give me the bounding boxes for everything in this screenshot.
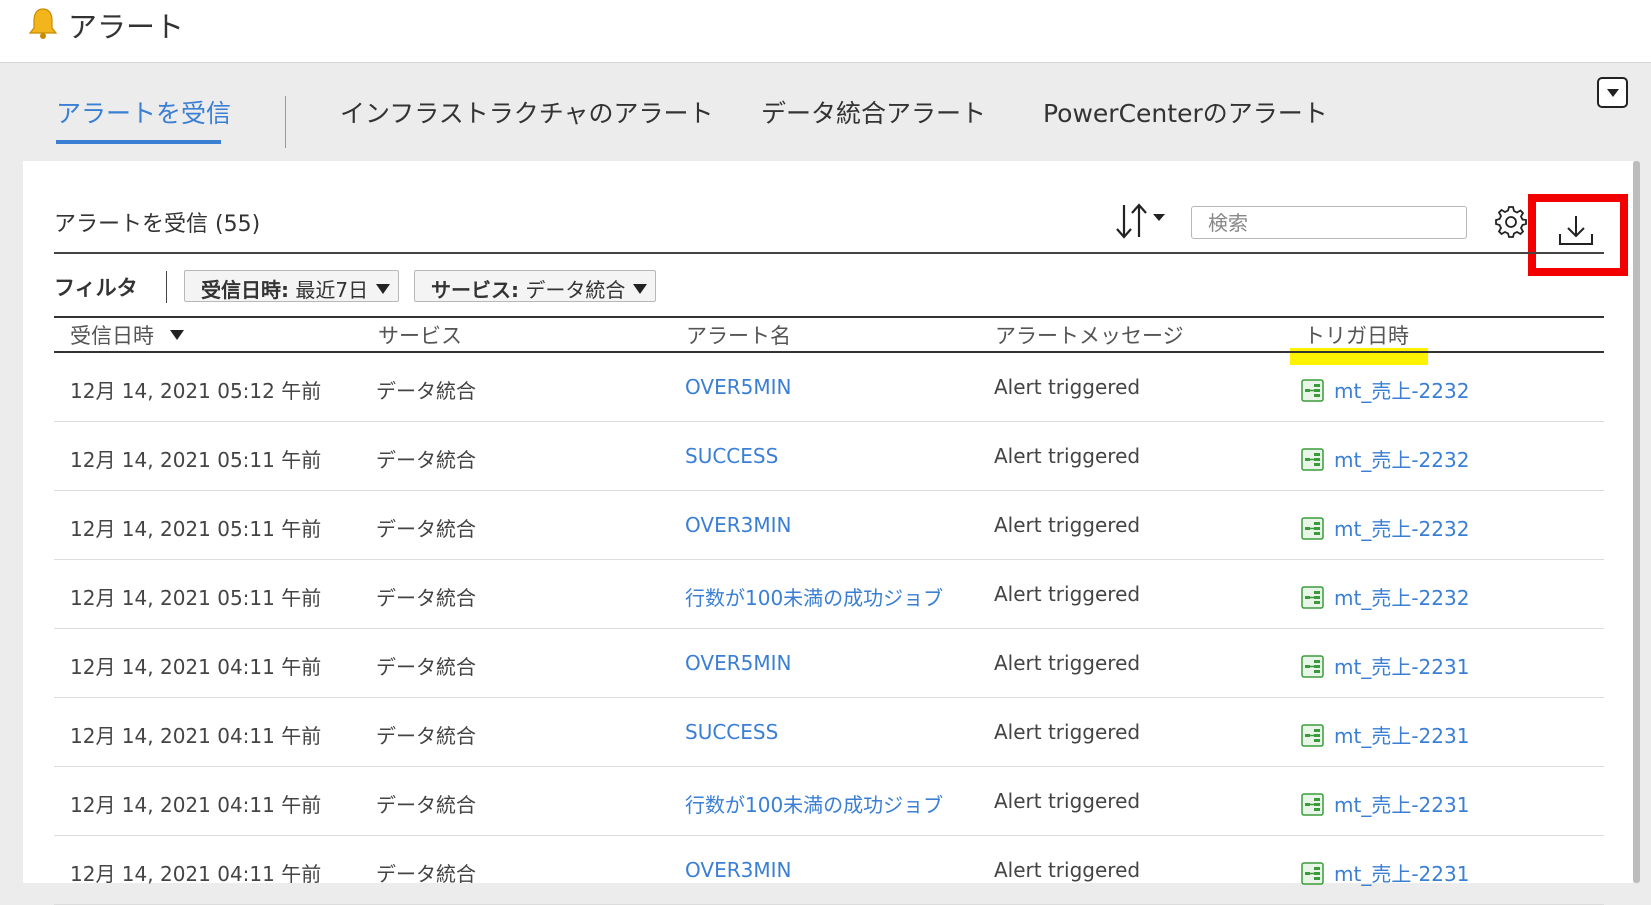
filter-label: フィルタ bbox=[54, 276, 138, 300]
received-date-cell: 12月 14, 2021 04:11 午前 bbox=[70, 724, 322, 748]
tab-divider bbox=[285, 96, 286, 148]
filter-chip-received-date[interactable]: 受信日時: 最近7日 bbox=[184, 270, 400, 302]
bell-icon bbox=[28, 8, 58, 39]
trigger-task-link[interactable]: mt_売上-2231 bbox=[1334, 720, 1469, 749]
service-cell: データ統合 bbox=[376, 448, 476, 472]
table-top-border bbox=[54, 316, 1604, 318]
tab-received-alerts[interactable]: アラートを受信 bbox=[56, 94, 231, 130]
alert-message-cell: Alert triggered bbox=[994, 513, 1141, 537]
app-title: アラート bbox=[68, 10, 185, 44]
mapping-task-icon bbox=[1301, 724, 1324, 747]
table-row[interactable]: 12月 14, 2021 04:11 午前 データ統合 OVER5MIN Alert … bbox=[54, 629, 1604, 698]
table-row[interactable]: 12月 14, 2021 05:11 午前 データ統合 OVER3MIN Alert … bbox=[54, 491, 1604, 560]
table-row[interactable]: 12月 14, 2021 04:11 午前 データ統合 SUCCESS Alert t… bbox=[54, 698, 1604, 767]
table-row[interactable]: 12月 14, 2021 05:11 午前 データ統合 行数が100未満の成功ジョブ… bbox=[54, 560, 1604, 629]
mapping-task-icon bbox=[1301, 655, 1324, 678]
alert-name-link[interactable]: 行数が100未満の成功ジョブ bbox=[685, 582, 943, 611]
alert-name-link[interactable]: OVER5MIN bbox=[685, 651, 791, 675]
trigger-task-link[interactable]: mt_売上-2232 bbox=[1334, 375, 1469, 404]
service-cell: データ統合 bbox=[376, 517, 476, 541]
alert-message-cell: Alert triggered bbox=[994, 858, 1141, 882]
trigger-task-link[interactable]: mt_売上-2232 bbox=[1334, 513, 1469, 542]
alert-name-link[interactable]: SUCCESS bbox=[685, 444, 778, 468]
column-header-service[interactable]: サービス bbox=[378, 320, 462, 350]
tab-powercenter-alerts[interactable]: PowerCenterのアラート bbox=[1043, 94, 1328, 130]
trigger-task-link[interactable]: mt_売上-2231 bbox=[1334, 789, 1469, 818]
alert-message-cell: Alert triggered bbox=[994, 720, 1141, 744]
alert-message-cell: Alert triggered bbox=[994, 375, 1141, 399]
alert-message-cell: Alert triggered bbox=[994, 444, 1141, 468]
alert-message-cell: Alert triggered bbox=[994, 582, 1141, 606]
trigger-task-link[interactable]: mt_売上-2232 bbox=[1334, 582, 1469, 611]
sort-icon[interactable] bbox=[1112, 201, 1168, 241]
alert-name-link[interactable]: 行数が100未満の成功ジョブ bbox=[685, 789, 943, 818]
mapping-task-icon bbox=[1301, 448, 1324, 471]
gear-icon[interactable] bbox=[1494, 205, 1528, 239]
collapse-dropdown-button[interactable] bbox=[1597, 77, 1628, 108]
alert-name-link[interactable]: SUCCESS bbox=[685, 720, 778, 744]
service-cell: データ統合 bbox=[376, 724, 476, 748]
service-cell: データ統合 bbox=[376, 793, 476, 817]
panel-title: アラートを受信 (55) bbox=[54, 212, 261, 237]
alert-name-link[interactable]: OVER3MIN bbox=[685, 858, 791, 882]
column-header-alert-name[interactable]: アラート名 bbox=[686, 320, 791, 350]
table-row[interactable]: 12月 14, 2021 04:11 午前 データ統合 行数が100未満の成功ジョブ… bbox=[54, 767, 1604, 836]
column-header-alert-message[interactable]: アラートメッセージ bbox=[995, 320, 1184, 350]
service-cell: データ統合 bbox=[376, 655, 476, 679]
search-input[interactable] bbox=[1191, 206, 1467, 239]
received-date-cell: 12月 14, 2021 05:11 午前 bbox=[70, 586, 322, 610]
received-date-cell: 12月 14, 2021 05:12 午前 bbox=[70, 379, 322, 403]
column-header-trigger-time[interactable]: トリガ日時 bbox=[1304, 320, 1409, 350]
mapping-task-icon bbox=[1301, 517, 1324, 540]
received-date-cell: 12月 14, 2021 05:11 午前 bbox=[70, 448, 322, 472]
app-header: アラート bbox=[0, 0, 1651, 63]
tab-bar: アラートを受信 インフラストラクチャのアラート データ統合アラート PowerC… bbox=[56, 94, 1456, 146]
mapping-task-icon bbox=[1301, 379, 1324, 402]
mapping-task-icon bbox=[1301, 586, 1324, 609]
alert-name-link[interactable]: OVER3MIN bbox=[685, 513, 791, 537]
filter-chip-value: 最近7日 bbox=[289, 278, 369, 302]
panel-header-divider bbox=[54, 252, 1604, 254]
trigger-task-link[interactable]: mt_売上-2232 bbox=[1334, 444, 1469, 473]
filter-chip-value: データ統合 bbox=[519, 278, 626, 302]
filter-chip-key: 受信日時: bbox=[201, 278, 289, 302]
mapping-task-icon bbox=[1301, 793, 1324, 816]
alert-message-cell: Alert triggered bbox=[994, 789, 1141, 813]
table-row[interactable]: 12月 14, 2021 04:11 午前 データ統合 OVER3MIN Alert … bbox=[54, 836, 1604, 905]
table-row[interactable]: 12月 14, 2021 05:12 午前 データ統合 OVER5MIN Alert … bbox=[54, 353, 1604, 422]
filter-divider bbox=[166, 271, 167, 303]
table-row[interactable]: 12月 14, 2021 05:11 午前 データ統合 SUCCESS Alert t… bbox=[54, 422, 1604, 491]
mapping-task-icon bbox=[1301, 862, 1324, 885]
alert-name-link[interactable]: OVER5MIN bbox=[685, 375, 791, 399]
received-date-cell: 12月 14, 2021 04:11 午前 bbox=[70, 793, 322, 817]
tab-infrastructure-alerts[interactable]: インフラストラクチャのアラート bbox=[340, 94, 714, 130]
filter-chip-service[interactable]: サービス: データ統合 bbox=[414, 270, 657, 302]
alert-message-cell: Alert triggered bbox=[994, 651, 1141, 675]
service-cell: データ統合 bbox=[376, 586, 476, 610]
filter-chip-key: サービス: bbox=[431, 278, 519, 302]
column-header-received-date[interactable]: 受信日時 bbox=[70, 320, 154, 350]
service-cell: データ統合 bbox=[376, 379, 476, 403]
trigger-task-link[interactable]: mt_売上-2231 bbox=[1334, 651, 1469, 680]
received-date-cell: 12月 14, 2021 05:11 午前 bbox=[70, 517, 322, 541]
sort-descending-icon[interactable] bbox=[170, 330, 184, 340]
download-icon[interactable] bbox=[1556, 214, 1596, 248]
active-tab-indicator bbox=[56, 140, 221, 144]
tab-data-integration-alerts[interactable]: データ統合アラート bbox=[761, 94, 986, 130]
received-date-cell: 12月 14, 2021 04:11 午前 bbox=[70, 655, 322, 679]
vertical-scrollbar[interactable] bbox=[1633, 161, 1640, 883]
